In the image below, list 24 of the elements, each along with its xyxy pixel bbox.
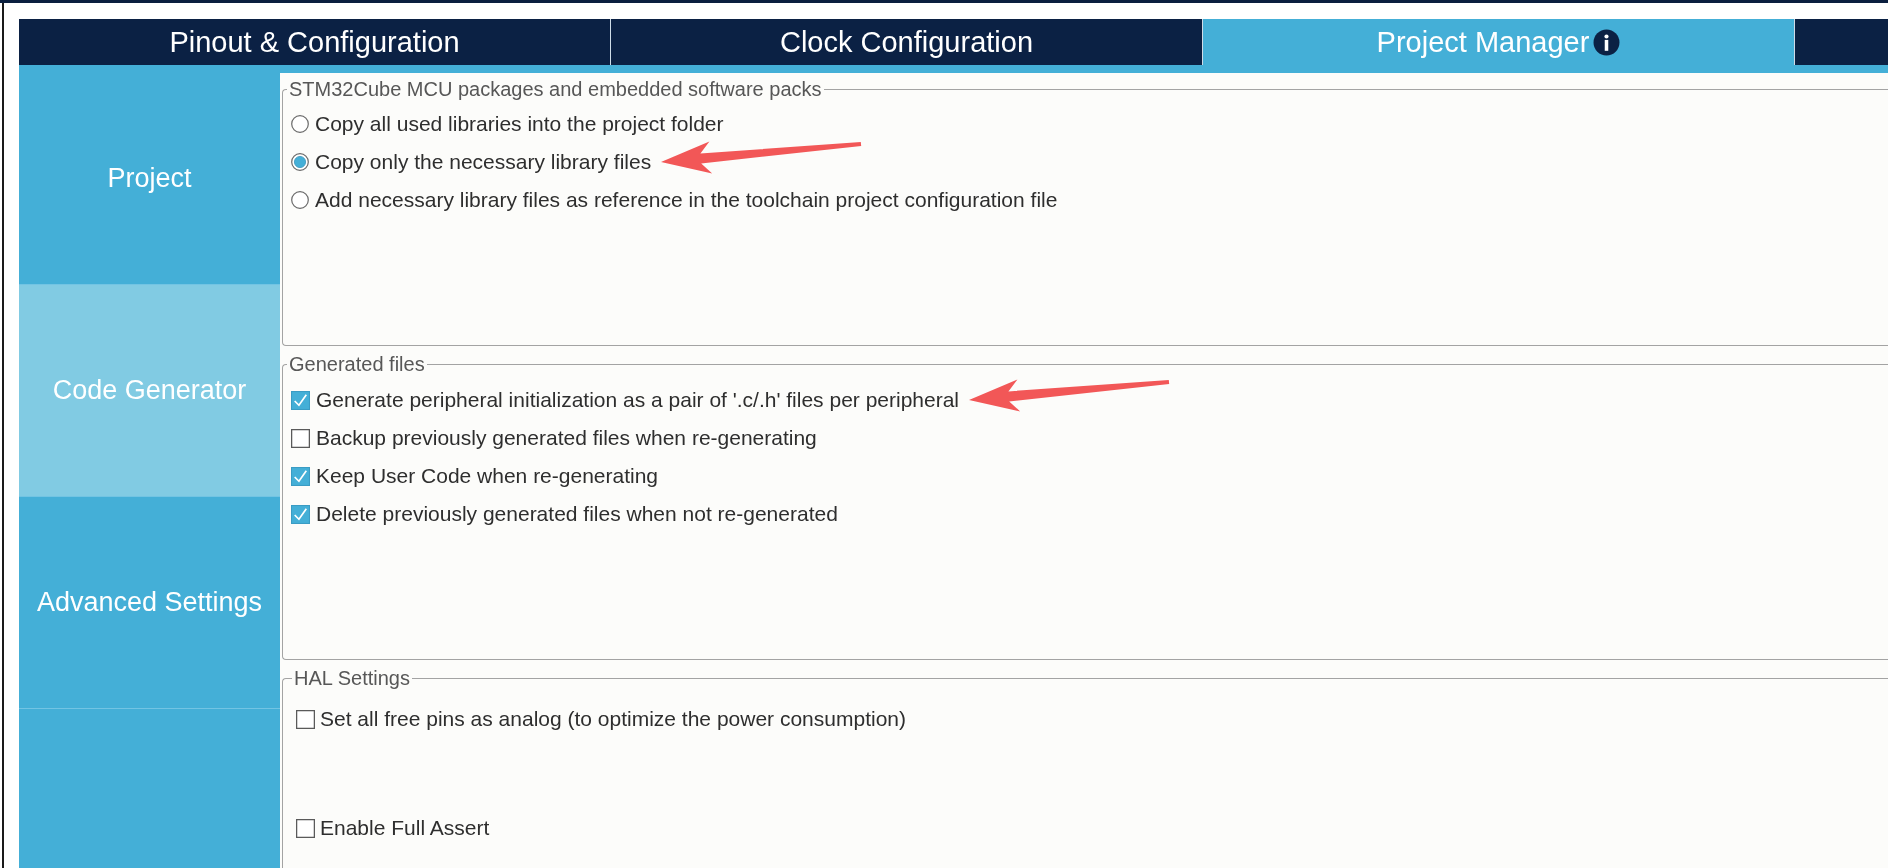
- checkbox[interactable]: [291, 466, 310, 486]
- option-label: Add necessary library files as reference in the toolchain project configuration file: [315, 188, 1058, 212]
- group-title: Generated files: [288, 352, 426, 376]
- radio-button[interactable]: [291, 191, 309, 209]
- sidebar-item[interactable]: Code Generator: [19, 285, 280, 497]
- radio-button[interactable]: [291, 115, 309, 133]
- option-label: Generate peripheral initialization as a pair of '.c/.h' files per peripheral: [316, 388, 960, 412]
- tab[interactable]: Project Manager: [1203, 19, 1795, 65]
- option-label: Delete previously generated files when not re-generated: [316, 502, 838, 526]
- checkbox[interactable]: [291, 428, 310, 448]
- group-title: STM32Cube MCU packages and embedded software packs: [288, 77, 823, 101]
- option-label: Copy only the necessary library files: [315, 150, 652, 174]
- checkbox[interactable]: [291, 504, 310, 524]
- option-label: Backup previously generated files when re-generating: [316, 426, 817, 450]
- option-label: Copy all used libraries into the project folder: [315, 112, 724, 136]
- checkbox[interactable]: [296, 818, 315, 838]
- option-label: Keep User Code when re-generating: [316, 464, 659, 488]
- option-label: Enable Full Assert: [320, 816, 490, 840]
- checkbox[interactable]: [291, 390, 310, 410]
- info-icon[interactable]: [1593, 28, 1621, 56]
- radio-button[interactable]: [291, 153, 309, 171]
- option-label: Set all free pins as analog (to optimize the power consumption): [320, 707, 906, 731]
- group-title: HAL Settings: [293, 666, 411, 690]
- checkbox[interactable]: [296, 709, 315, 729]
